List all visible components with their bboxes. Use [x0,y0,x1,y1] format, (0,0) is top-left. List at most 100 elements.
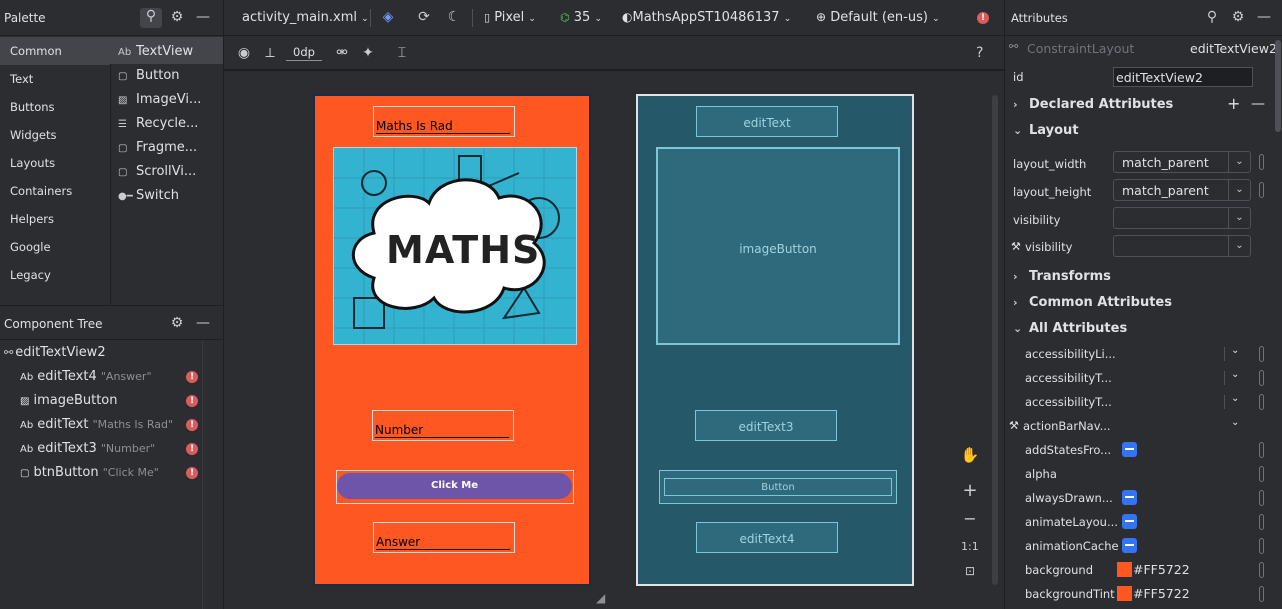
color-swatch[interactable] [1117,586,1132,601]
palette-item-fragment[interactable]: ▢ Fragme... [118,136,197,160]
attr-value[interactable]: #FF5722 [1133,562,1190,577]
category-legacy[interactable]: Legacy [0,261,110,289]
category-common[interactable]: Common [0,37,110,65]
checkbox[interactable] [1122,538,1137,553]
tree-row-edittext4[interactable]: Ab editText4 "Answer" [20,365,152,389]
search-icon[interactable]: ⚲ [1203,9,1221,25]
blueprint-edittext4[interactable]: editText4 [696,522,838,553]
layers-icon[interactable]: ◈ [378,9,398,25]
error-icon[interactable]: ! [186,419,198,431]
resource-picker[interactable] [1259,370,1264,386]
locale-selector[interactable]: ⊕ Default (en-us) ⌄ [816,10,940,25]
infer-constraints-icon[interactable]: ✦ [358,45,378,61]
eye-icon[interactable]: ◉ [234,45,254,61]
resource-picker[interactable] [1259,466,1264,482]
clear-constraints-icon[interactable]: ⚮ [332,45,352,61]
category-widgets[interactable]: Widgets [0,121,110,149]
default-margin[interactable]: 0dp [286,45,322,61]
resize-handle-icon[interactable]: ◢ [596,591,605,605]
edittext-number[interactable]: Number [372,410,514,441]
resource-picker[interactable] [1259,346,1264,362]
id-field[interactable]: editTextView2 [1113,67,1253,87]
resource-picker[interactable] [1259,562,1264,578]
gear-icon[interactable]: ⚙ [168,9,186,25]
resource-picker[interactable] [1259,586,1264,602]
palette-item-scrollview[interactable]: ▢ ScrollVi... [118,160,196,184]
tree-row-edittext[interactable]: Ab editText "Maths Is Rad" [20,413,173,437]
blueprint-surface[interactable]: editText imageButton editText3 Button ed… [636,94,914,586]
section-declared[interactable]: › Declared Attributes + — [1005,92,1277,118]
layout-height-dropdown[interactable]: match_parent ⌄ [1113,179,1251,201]
zoom-out-icon[interactable]: − [960,511,980,527]
gear-icon[interactable]: ⚙ [168,315,186,331]
chevron-down-icon[interactable]: ⌄ [1231,417,1239,428]
theme-selector[interactable]: ◐MathsAppST10486137 ⌄ [622,10,791,25]
chevron-down-icon[interactable]: ⌄ [1231,369,1239,380]
design-surface[interactable]: Maths Is Rad MATHS Number Click Me Answe… [313,94,591,586]
minimize-icon[interactable]: — [194,315,212,331]
blueprint-edittext[interactable]: editText [696,106,838,137]
error-icon[interactable]: ! [186,467,198,479]
visibility-dropdown[interactable]: ⌄ [1113,207,1251,229]
checkbox[interactable] [1122,514,1137,529]
category-containers[interactable]: Containers [0,177,110,205]
tools-visibility-dropdown[interactable]: ⌄ [1113,235,1251,257]
tree-row-btnbutton[interactable]: ▢ btnButton "Click Me" [20,461,159,485]
section-all[interactable]: ⌄ All Attributes [1005,316,1277,342]
resource-picker[interactable] [1259,182,1264,198]
zoom-in-icon[interactable]: + [960,482,980,500]
design-canvas[interactable]: Maths Is Rad MATHS Number Click Me Answe… [224,71,1004,609]
color-swatch[interactable] [1117,562,1132,577]
chevron-down-icon[interactable]: ⌄ [1231,393,1239,404]
canvas-scrollbar[interactable] [992,95,998,585]
tree-row-root[interactable]: ⚯ editTextView2 [4,341,106,365]
layout-width-dropdown[interactable]: match_parent ⌄ [1113,151,1251,173]
minimize-icon[interactable]: — [194,9,212,25]
click-me-button[interactable]: Click Me [337,473,572,499]
checkbox[interactable] [1122,442,1137,457]
error-icon[interactable]: ! [186,395,198,407]
tree-row-imagebutton[interactable]: ▨ imageButton [20,389,118,413]
category-helpers[interactable]: Helpers [0,205,110,233]
zoom-fit-icon[interactable]: ⊡ [960,563,980,579]
category-google[interactable]: Google [0,233,110,261]
attributes-scrollbar[interactable] [1275,40,1281,132]
palette-item-switch[interactable]: ●━ Switch [118,184,179,208]
resource-picker[interactable] [1259,514,1264,530]
zoom-one-to-one[interactable]: 1:1 [961,540,979,553]
section-layout[interactable]: ⌄ Layout [1005,118,1277,144]
image-button-maths[interactable]: MATHS [333,147,577,345]
section-transforms[interactable]: › Transforms [1005,264,1277,290]
orientation-icon[interactable]: ⟳ [414,9,434,25]
palette-item-button[interactable]: ▢ Button [118,64,180,88]
error-icon[interactable]: ! [186,371,198,383]
attr-value[interactable]: #FF5722 [1133,586,1190,601]
resource-picker[interactable] [1259,394,1264,410]
palette-item-textview[interactable]: Ab TextView [118,40,193,64]
api-selector[interactable]: ⌬ 35 ⌄ [560,10,602,25]
autoconnect-icon[interactable]: ⟂ [260,45,280,61]
resource-picker[interactable] [1259,154,1264,170]
category-layouts[interactable]: Layouts [0,149,110,177]
section-common[interactable]: › Common Attributes [1005,290,1277,316]
file-selector[interactable]: activity_main.xml ⌄ [242,10,369,25]
error-icon[interactable]: ! [977,12,989,24]
minimize-icon[interactable]: — [1255,9,1273,25]
edittext-maths-is-rad[interactable]: Maths Is Rad [373,106,515,137]
gear-icon[interactable]: ⚙ [1229,9,1247,25]
resource-picker[interactable] [1259,490,1264,506]
resource-picker[interactable] [1259,538,1264,554]
resource-picker[interactable] [1259,442,1264,458]
guidelines-icon[interactable]: ⌶ [392,45,412,61]
palette-item-recyclerview[interactable]: ☰ Recycle... [118,112,198,136]
edittext-answer[interactable]: Answer [373,522,515,553]
tree-row-edittext3[interactable]: Ab editText3 "Number" [20,437,155,461]
night-mode-icon[interactable]: ☾ [444,9,464,25]
remove-icon[interactable]: — [1251,91,1265,117]
checkbox[interactable] [1122,490,1137,505]
help-icon[interactable]: ? [976,45,983,61]
chevron-down-icon[interactable]: ⌄ [1231,345,1239,356]
add-icon[interactable]: + [1227,91,1240,117]
pan-hand-icon[interactable]: ✋ [960,447,980,463]
blueprint-edittext3[interactable]: editText3 [695,410,837,441]
